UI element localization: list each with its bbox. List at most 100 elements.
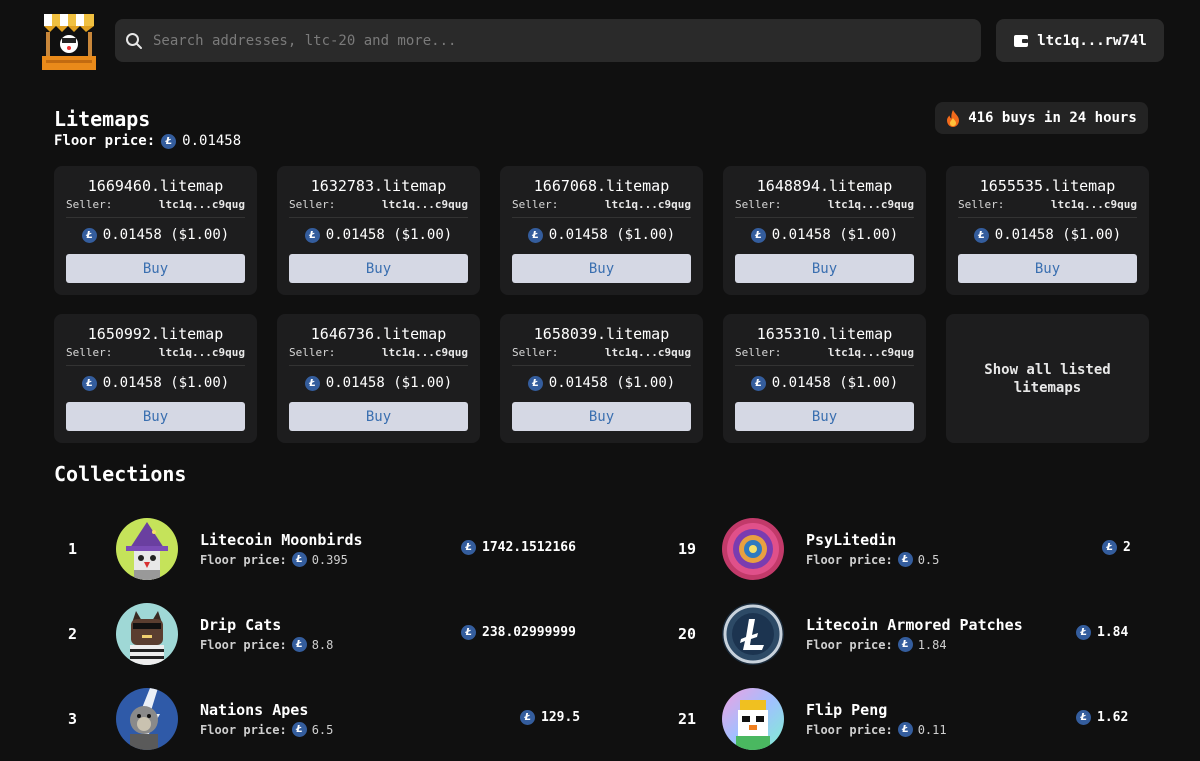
litemap-card: 1646736.litemap Seller: ltc1q...c9qug Ł … bbox=[277, 314, 480, 443]
price-value: 0.01458 ($1.00) bbox=[325, 375, 453, 391]
price-row: Ł 0.01458 ($1.00) bbox=[66, 374, 245, 392]
litecoin-icon: Ł bbox=[1076, 710, 1091, 725]
price-row: Ł 0.01458 ($1.00) bbox=[289, 374, 468, 392]
collection-row[interactable]: 21 Flip Peng Floor price: Ł 0.11 Ł 1.62 bbox=[678, 688, 1148, 750]
wizard-bird-icon bbox=[116, 518, 178, 580]
litemap-name[interactable]: 1669460.litemap bbox=[66, 176, 245, 196]
buy-button[interactable]: Buy bbox=[735, 254, 914, 283]
buy-button[interactable]: Buy bbox=[512, 402, 691, 431]
wallet-icon bbox=[1013, 34, 1029, 48]
buys-badge-text: 416 buys in 24 hours bbox=[968, 110, 1137, 126]
search-bar[interactable] bbox=[115, 19, 981, 62]
seller-address[interactable]: ltc1q...c9qug bbox=[1051, 198, 1137, 211]
litecoin-icon: Ł bbox=[897, 552, 913, 567]
collection-row[interactable]: 19 PsyLitedin Floor price: Ł 0.5 Ł 2 bbox=[678, 518, 1148, 580]
litecoin-patch-icon bbox=[722, 603, 784, 665]
litemap-name[interactable]: 1648894.litemap bbox=[735, 176, 914, 196]
ape-icon bbox=[116, 688, 178, 750]
seller-row: Seller: ltc1q...c9qug bbox=[289, 198, 468, 218]
seller-row: Seller: ltc1q...c9qug bbox=[66, 346, 245, 366]
seller-label: Seller: bbox=[66, 198, 113, 211]
buy-button[interactable]: Buy bbox=[958, 254, 1137, 283]
litemap-name[interactable]: 1658039.litemap bbox=[512, 324, 691, 344]
litecoin-icon: Ł bbox=[520, 710, 535, 725]
litemap-card: 1669460.litemap Seller: ltc1q...c9qug Ł … bbox=[54, 166, 257, 295]
seller-row: Seller: ltc1q...c9qug bbox=[958, 198, 1137, 218]
seller-address[interactable]: ltc1q...c9qug bbox=[828, 198, 914, 211]
litecoin-icon: Ł bbox=[304, 227, 320, 243]
floor-label: Floor price: bbox=[54, 133, 156, 149]
collection-row[interactable]: 2 Drip Cats Floor price: Ł 8.8 Ł 238.029… bbox=[68, 603, 608, 665]
floor-label: Floor price: bbox=[200, 722, 287, 737]
litecoin-icon: Ł bbox=[304, 375, 320, 391]
buy-button[interactable]: Buy bbox=[289, 402, 468, 431]
market-stall-logo-icon[interactable] bbox=[36, 10, 102, 74]
collection-volume: Ł 1742.1512166 bbox=[461, 540, 576, 555]
buy-button[interactable]: Buy bbox=[512, 254, 691, 283]
show-all-litemaps-card[interactable]: Show all listed litemaps bbox=[946, 314, 1149, 443]
wallet-button[interactable]: ltc1q...rw74l bbox=[996, 19, 1164, 62]
litecoin-icon: Ł bbox=[1102, 540, 1117, 555]
floor-value: 8.8 bbox=[311, 637, 334, 652]
seller-label: Seller: bbox=[512, 198, 559, 211]
floor-label: Floor price: bbox=[200, 637, 287, 652]
seller-address[interactable]: ltc1q...c9qug bbox=[382, 198, 468, 211]
litecoin-icon: Ł bbox=[461, 540, 476, 555]
litemaps-floor-price: Floor price: Ł 0.01458 bbox=[54, 133, 241, 149]
collection-floor: Floor price: Ł 0.395 bbox=[200, 552, 470, 567]
seller-address[interactable]: ltc1q...c9qug bbox=[159, 198, 245, 211]
litemap-name[interactable]: 1646736.litemap bbox=[289, 324, 468, 344]
volume-value: 1.84 bbox=[1097, 625, 1129, 640]
collection-info: Drip Cats Floor price: Ł 8.8 bbox=[200, 616, 470, 652]
seller-label: Seller: bbox=[289, 198, 336, 211]
litemap-name[interactable]: 1650992.litemap bbox=[66, 324, 245, 344]
collection-volume: Ł 1.84 bbox=[1076, 625, 1128, 640]
buy-button[interactable]: Buy bbox=[289, 254, 468, 283]
seller-row: Seller: ltc1q...c9qug bbox=[512, 198, 691, 218]
buy-button[interactable]: Buy bbox=[735, 402, 914, 431]
price-value: 0.01458 ($1.00) bbox=[548, 375, 676, 391]
litemap-name[interactable]: 1655535.litemap bbox=[958, 176, 1137, 196]
collection-volume: Ł 129.5 bbox=[520, 710, 580, 725]
collection-floor: Floor price: Ł 8.8 bbox=[200, 637, 470, 652]
search-input[interactable] bbox=[153, 32, 953, 49]
seller-label: Seller: bbox=[735, 346, 782, 359]
collection-row[interactable]: 20 Litecoin Armored Patches Floor price:… bbox=[678, 603, 1148, 665]
litemap-name[interactable]: 1632783.litemap bbox=[289, 176, 468, 196]
floor-label: Floor price: bbox=[806, 637, 893, 652]
litemap-name[interactable]: 1667068.litemap bbox=[512, 176, 691, 196]
search-icon bbox=[125, 32, 143, 50]
price-value: 0.01458 ($1.00) bbox=[548, 227, 676, 243]
collection-volume: Ł 238.02999999 bbox=[461, 625, 576, 640]
seller-address[interactable]: ltc1q...c9qug bbox=[605, 198, 691, 211]
litecoin-icon: Ł bbox=[291, 637, 307, 652]
header: ltc1q...rw74l bbox=[0, 0, 1200, 80]
litemap-card: 1650992.litemap Seller: ltc1q...c9qug Ł … bbox=[54, 314, 257, 443]
floor-value: 0.5 bbox=[917, 552, 940, 567]
litecoin-icon: Ł bbox=[750, 375, 766, 391]
litecoin-icon: Ł bbox=[897, 637, 913, 652]
volume-value: 2 bbox=[1123, 540, 1131, 555]
price-value: 0.01458 ($1.00) bbox=[325, 227, 453, 243]
floor-value: 6.5 bbox=[311, 722, 334, 737]
buy-button[interactable]: Buy bbox=[66, 254, 245, 283]
buy-button[interactable]: Buy bbox=[66, 402, 245, 431]
volume-value: 238.02999999 bbox=[482, 625, 576, 640]
seller-address[interactable]: ltc1q...c9qug bbox=[605, 346, 691, 359]
litemap-name[interactable]: 1635310.litemap bbox=[735, 324, 914, 344]
price-row: Ł 0.01458 ($1.00) bbox=[958, 226, 1137, 244]
volume-value: 1742.1512166 bbox=[482, 540, 576, 555]
collection-row[interactable]: 1 Litecoin Moonbirds Floor price: Ł 0.39… bbox=[68, 518, 608, 580]
fire-icon bbox=[946, 109, 960, 127]
seller-address[interactable]: ltc1q...c9qug bbox=[382, 346, 468, 359]
collection-info: Nations Apes Floor price: Ł 6.5 bbox=[200, 701, 470, 737]
collection-info: Flip Peng Floor price: Ł 0.11 bbox=[806, 701, 1076, 737]
collection-row[interactable]: 3 Nations Apes Floor price: Ł 6.5 Ł 129.… bbox=[68, 688, 608, 750]
floor-label: Floor price: bbox=[200, 552, 287, 567]
seller-row: Seller: ltc1q...c9qug bbox=[289, 346, 468, 366]
collection-rank: 2 bbox=[68, 625, 78, 643]
seller-row: Seller: ltc1q...c9qug bbox=[512, 346, 691, 366]
seller-address[interactable]: ltc1q...c9qug bbox=[828, 346, 914, 359]
seller-address[interactable]: ltc1q...c9qug bbox=[159, 346, 245, 359]
floor-value: 0.395 bbox=[311, 552, 348, 567]
